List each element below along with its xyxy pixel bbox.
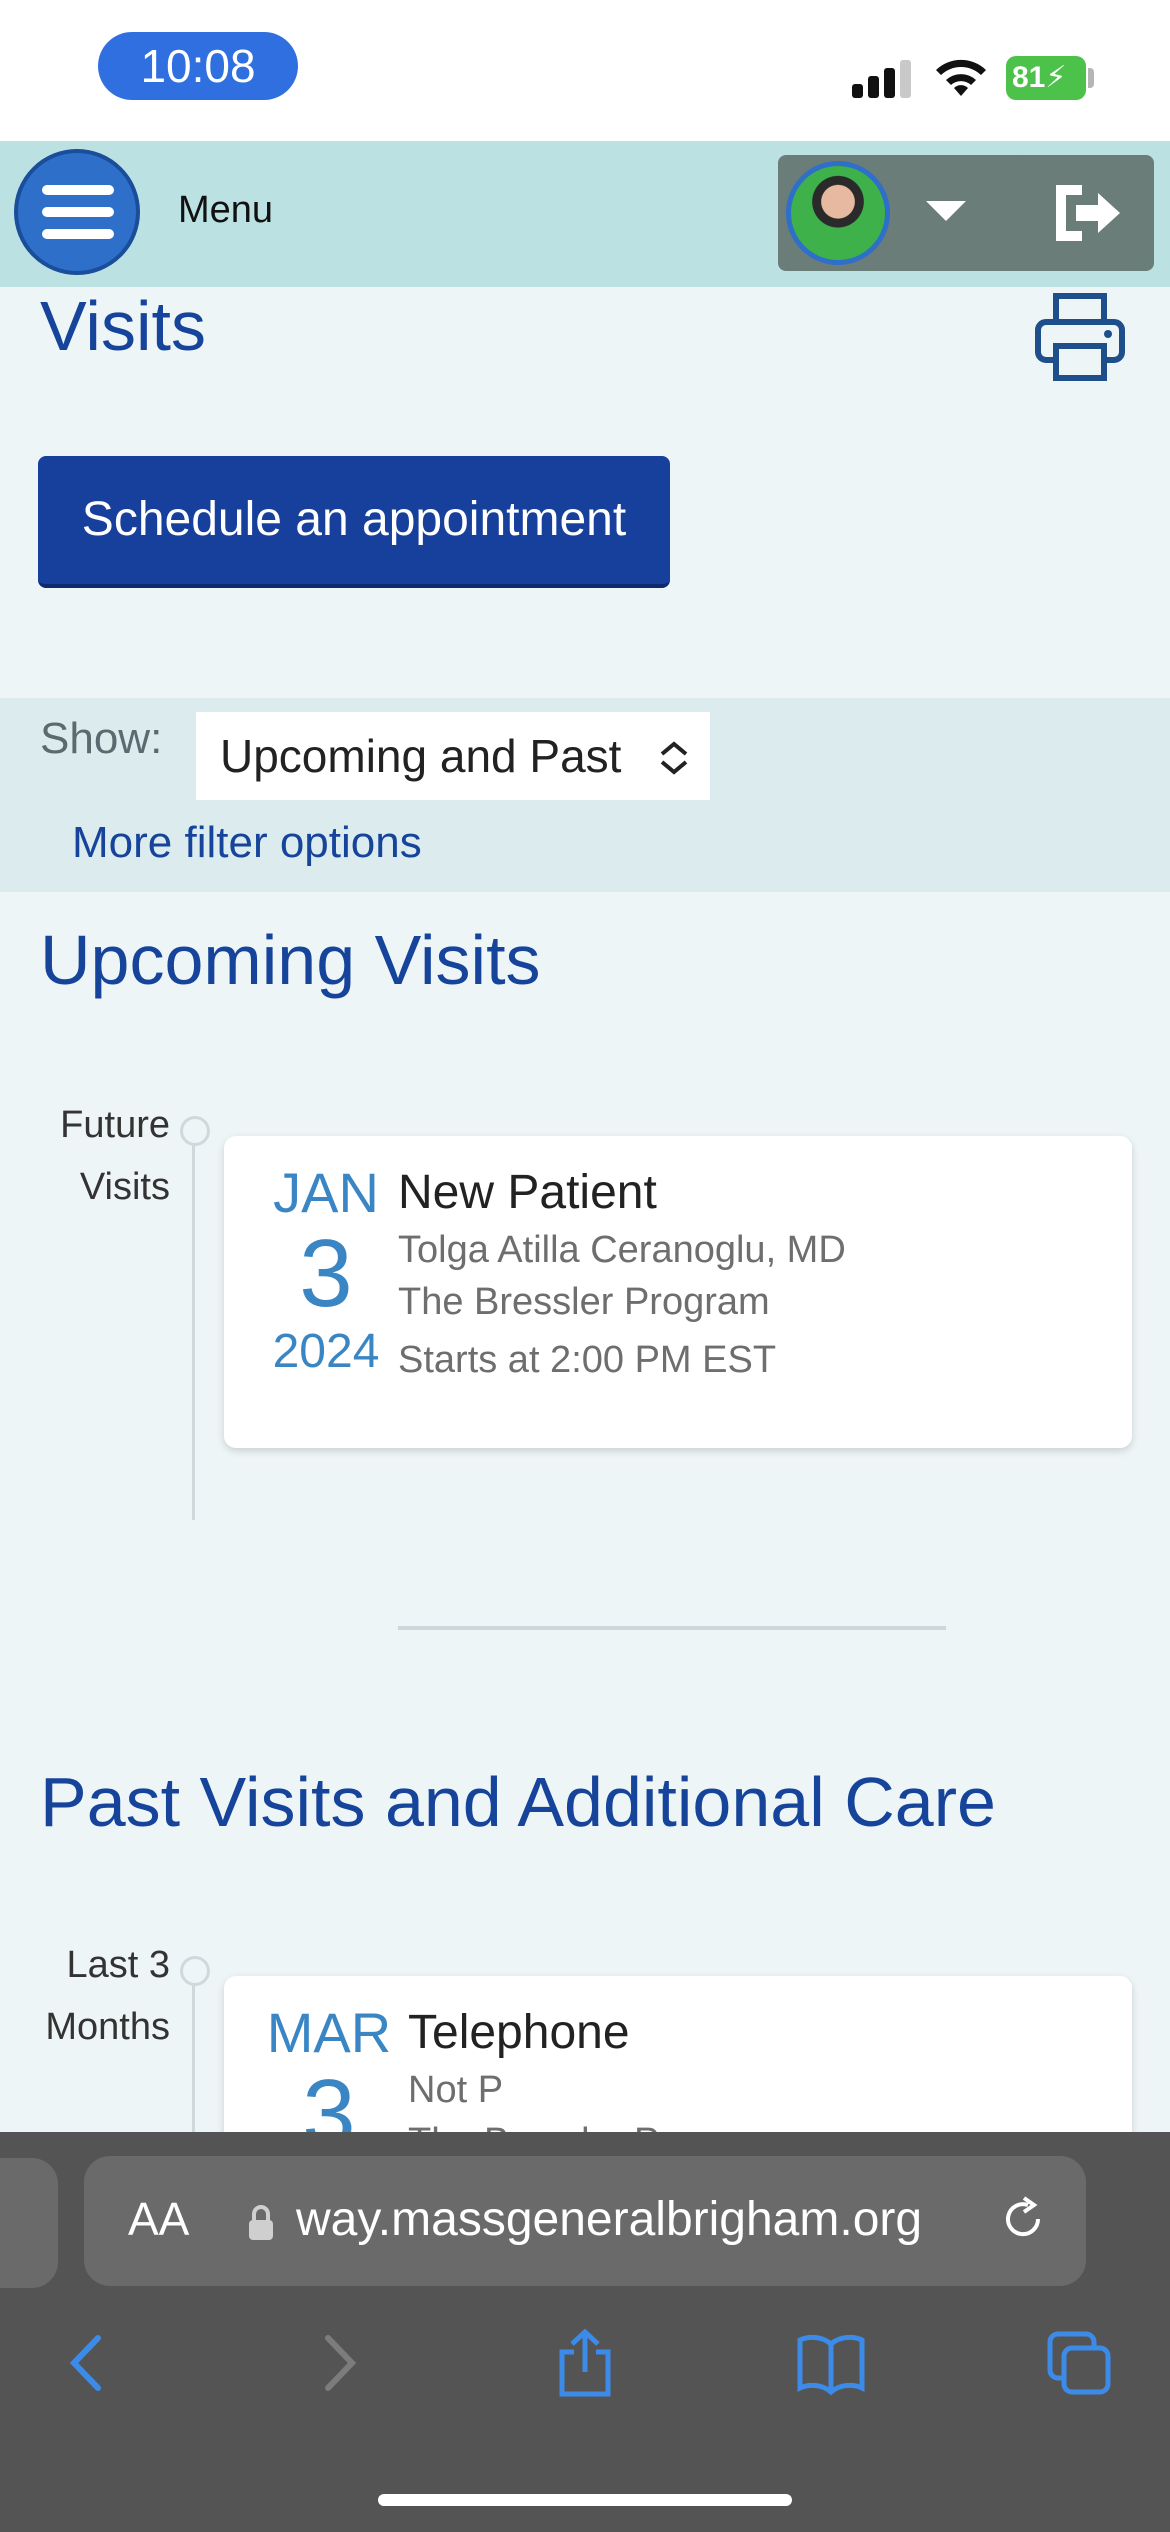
page-title: Visits bbox=[40, 287, 206, 365]
forward-chevron-icon[interactable] bbox=[304, 2328, 374, 2398]
chevron-down-icon bbox=[926, 201, 966, 221]
url-text: way.massgeneralbrigham.org bbox=[296, 2193, 923, 2246]
battery-icon: 81⚡ bbox=[1006, 56, 1086, 100]
hamburger-icon[interactable] bbox=[14, 149, 140, 275]
address-bar[interactable]: AA way.massgeneralbrigham.org bbox=[84, 2156, 1086, 2286]
visit-day: 3 bbox=[299, 1220, 353, 1327]
visit-time: Starts at 2:00 PM EST bbox=[398, 1339, 777, 1381]
visit-month: MAR bbox=[266, 2001, 392, 2064]
menu-label[interactable]: Menu bbox=[178, 189, 273, 232]
visit-provider: Not P bbox=[408, 2069, 504, 2111]
timeline-label-future: Future Visits bbox=[10, 1094, 170, 1218]
printer-icon[interactable] bbox=[1032, 292, 1128, 382]
battery-level: 81 bbox=[1012, 61, 1046, 94]
timeline-label-line: Future bbox=[60, 1104, 170, 1146]
timeline-line bbox=[192, 1972, 195, 2132]
more-filter-options-link[interactable]: More filter options bbox=[72, 818, 422, 868]
timeline-label-line: Last 3 bbox=[66, 1944, 170, 1986]
timeline-label-past: Last 3 Months bbox=[10, 1934, 170, 2058]
browser-toolbar: AA way.massgeneralbrigham.org bbox=[0, 2132, 1170, 2532]
logout-button[interactable] bbox=[1016, 155, 1154, 271]
visit-type: New Patient bbox=[398, 1166, 657, 1219]
wifi-icon bbox=[936, 59, 986, 96]
app-header: Menu bbox=[0, 141, 1170, 287]
cellular-signal-icon bbox=[852, 58, 912, 98]
avatar bbox=[786, 161, 890, 265]
visit-details: New Patient Tolga Atilla Ceranoglu, MD T… bbox=[398, 1162, 846, 1386]
schedule-appointment-button[interactable]: Schedule an appointment bbox=[38, 456, 670, 588]
visit-department: The Bressler Program bbox=[398, 1281, 770, 1323]
share-icon[interactable] bbox=[550, 2328, 620, 2398]
visit-provider: Tolga Atilla Ceranoglu, MD bbox=[398, 1229, 846, 1271]
text-size-button[interactable]: AA bbox=[128, 2192, 189, 2246]
section-divider bbox=[398, 1626, 946, 1630]
upcoming-visits-heading: Upcoming Visits bbox=[40, 921, 541, 999]
account-switcher-button[interactable] bbox=[778, 155, 1036, 271]
filter-panel: Show: Upcoming and Past More filter opti… bbox=[0, 698, 1170, 892]
show-filter-select[interactable]: Upcoming and Past bbox=[196, 712, 710, 800]
timeline-dot bbox=[180, 1116, 210, 1146]
battery-tip bbox=[1088, 68, 1094, 88]
show-filter-value: Upcoming and Past bbox=[220, 730, 622, 782]
home-indicator[interactable] bbox=[378, 2494, 792, 2506]
tabs-icon[interactable] bbox=[1044, 2328, 1114, 2398]
logout-icon bbox=[1056, 185, 1120, 241]
text-size-label: AA bbox=[128, 2193, 190, 2245]
timeline-label-line: Visits bbox=[79, 1166, 170, 1208]
show-filter-label: Show: bbox=[40, 714, 163, 763]
previous-tab-peek[interactable] bbox=[0, 2158, 58, 2288]
past-visits-heading: Past Visits and Additional Care bbox=[40, 1763, 996, 1841]
visit-date: JAN 3 2024 bbox=[266, 1160, 386, 1382]
visit-card[interactable]: JAN 3 2024 New Patient Tolga Atilla Cera… bbox=[224, 1136, 1132, 1448]
back-chevron-icon[interactable] bbox=[52, 2328, 122, 2398]
timeline-line bbox=[192, 1132, 195, 1520]
select-chevron-icon bbox=[660, 741, 688, 775]
status-time: 10:08 bbox=[98, 32, 298, 100]
timeline-dot bbox=[180, 1956, 210, 1986]
visit-year: 2024 bbox=[272, 1325, 380, 1378]
timeline-label-line: Months bbox=[45, 2006, 170, 2048]
book-icon[interactable] bbox=[796, 2328, 866, 2398]
lock-icon bbox=[249, 2205, 273, 2240]
reload-icon[interactable] bbox=[996, 2192, 1050, 2246]
visit-type: Telephone bbox=[408, 2006, 630, 2059]
status-bar: 10:08 81⚡ bbox=[0, 0, 1170, 141]
visit-month: JAN bbox=[273, 1161, 379, 1224]
